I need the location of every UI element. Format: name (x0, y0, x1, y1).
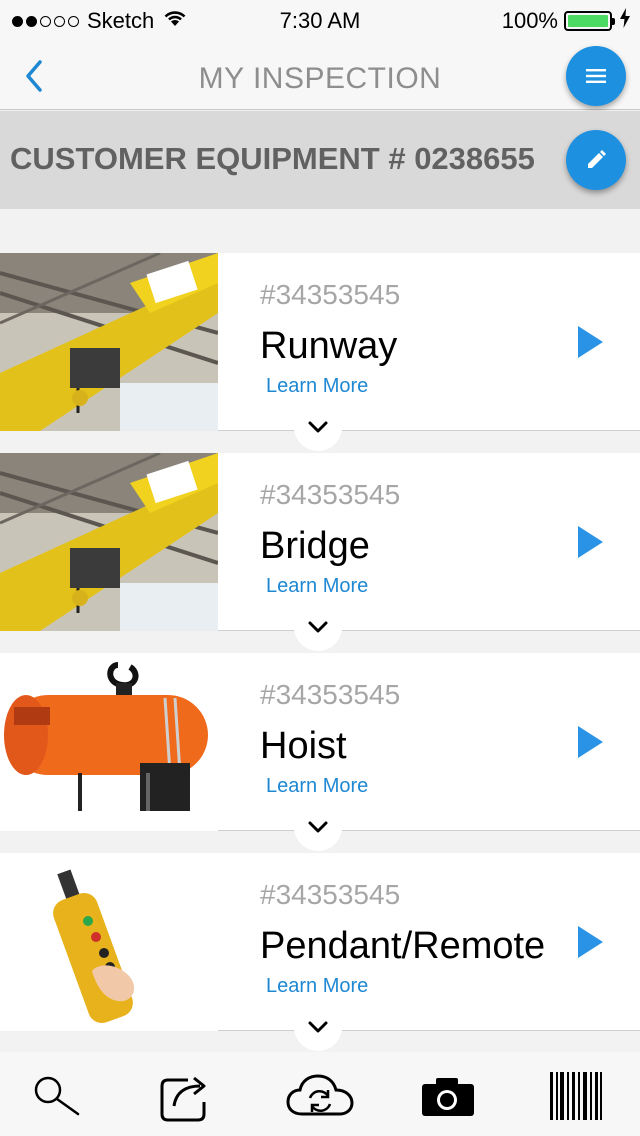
bridge-photo (0, 453, 218, 631)
item-name: Pendant/Remote (260, 925, 546, 967)
chevron-down-icon (308, 421, 328, 433)
equipment-card-bridge[interactable]: #34353545 Bridge Learn More (0, 453, 640, 651)
play-arrow-icon (578, 326, 603, 358)
charging-icon (620, 8, 630, 34)
equipment-title: CUSTOMER EQUIPMENT # 0238655 (10, 141, 535, 176)
share-tab[interactable] (150, 1068, 222, 1124)
learn-more-link[interactable]: Learn More (266, 975, 368, 998)
equipment-card-hoist[interactable]: #34353545 Hoist Learn More (0, 653, 640, 851)
item-number: #34353545 (260, 279, 401, 310)
menu-button[interactable] (566, 46, 626, 106)
page-title: MY INSPECTION (198, 62, 442, 95)
open-item-button[interactable] (576, 925, 604, 959)
item-number: #34353545 (260, 479, 401, 510)
item-name: Runway (260, 325, 398, 367)
open-item-button[interactable] (576, 525, 604, 559)
hoist-photo (0, 653, 218, 831)
equipment-card-pendant-remote[interactable]: #34353545 Pendant/Remote Learn More (0, 853, 640, 1051)
play-arrow-icon (578, 926, 603, 958)
expand-button[interactable] (294, 803, 342, 851)
pendant-remote-photo (0, 853, 218, 1031)
item-number: #34353545 (260, 879, 401, 910)
item-name: Bridge (260, 525, 370, 567)
expand-button[interactable] (294, 603, 342, 651)
battery-icon (564, 11, 615, 31)
play-arrow-icon (578, 726, 603, 758)
bottom-toolbar (0, 1052, 640, 1136)
learn-more-link[interactable]: Learn More (266, 375, 368, 398)
item-name: Hoist (260, 725, 347, 767)
chevron-down-icon (308, 821, 328, 833)
sync-tab[interactable] (284, 1068, 356, 1124)
menu-icon (586, 69, 606, 83)
equipment-header: CUSTOMER EQUIPMENT # 0238655 (0, 111, 640, 209)
learn-more-link[interactable]: Learn More (266, 575, 368, 598)
open-item-button[interactable] (576, 725, 604, 759)
open-item-button[interactable] (576, 325, 604, 359)
cloud-sync-icon (286, 1074, 354, 1116)
status-bar: Sketch 7:30 AM 100% (0, 0, 640, 40)
search-tab[interactable] (22, 1068, 94, 1124)
runway-photo (0, 253, 218, 431)
edit-button[interactable] (566, 130, 626, 190)
barcode-icon (550, 1072, 602, 1120)
equipment-card-runway[interactable]: #34353545 Runway Learn More (0, 253, 640, 451)
search-icon (34, 1076, 80, 1116)
navigation-bar: MY INSPECTION (0, 40, 640, 110)
chevron-down-icon (308, 1021, 328, 1033)
chevron-down-icon (308, 621, 328, 633)
battery-area: 100% (502, 8, 630, 34)
learn-more-link[interactable]: Learn More (266, 775, 368, 798)
battery-percent: 100% (501, 8, 558, 33)
expand-button[interactable] (294, 403, 342, 451)
share-icon (160, 1076, 206, 1122)
pencil-icon (588, 150, 606, 168)
item-number: #34353545 (260, 679, 401, 710)
camera-icon (422, 1078, 474, 1116)
expand-button[interactable] (294, 1003, 342, 1051)
camera-tab[interactable] (412, 1068, 484, 1124)
barcode-tab[interactable] (540, 1068, 612, 1124)
play-arrow-icon (578, 526, 603, 558)
